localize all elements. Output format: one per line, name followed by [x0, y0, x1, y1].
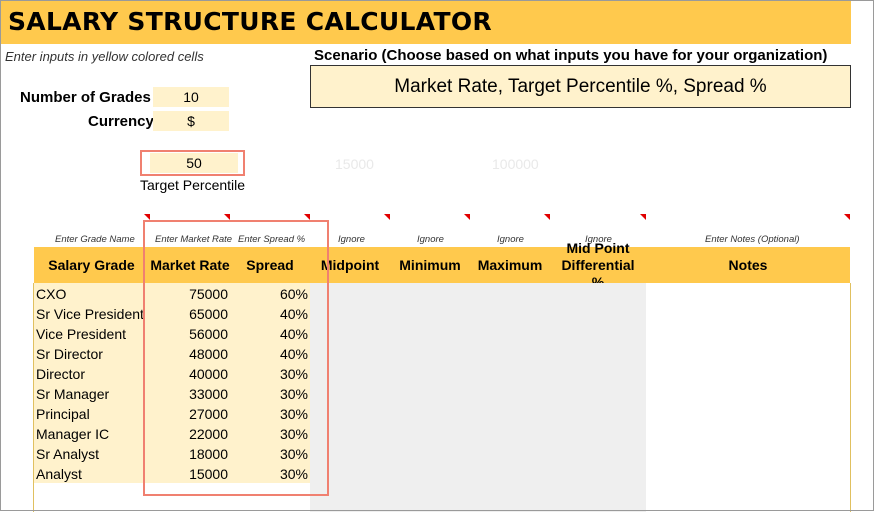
window-frame — [0, 0, 874, 511]
